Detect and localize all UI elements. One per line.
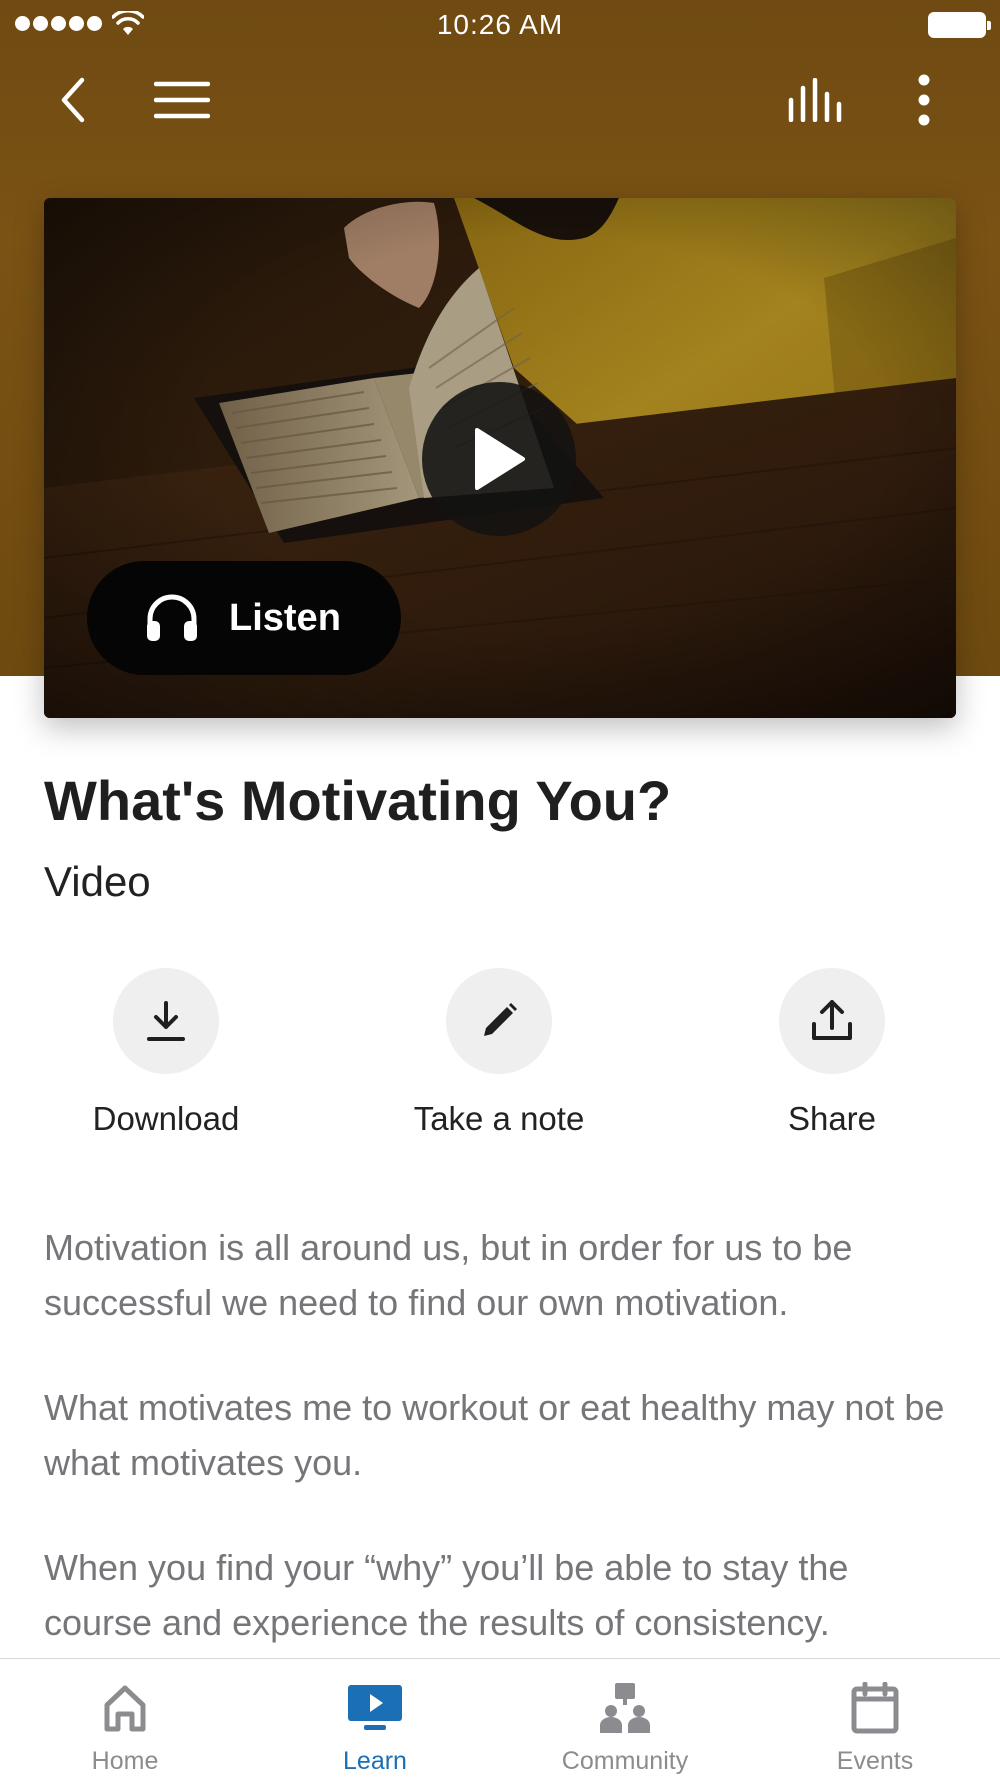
hero-media[interactable]: Listen (44, 198, 956, 718)
tv-play-icon (345, 1679, 405, 1737)
description-paragraph-1: Motivation is all around us, but in orde… (44, 1227, 853, 1323)
pencil-icon (484, 1003, 517, 1036)
description-paragraph-3: When you find your “why” you’ll be able … (44, 1547, 849, 1643)
tab-learn[interactable]: Learn (250, 1659, 500, 1778)
download-icon (147, 1001, 185, 1041)
description-paragraph-2: What motivates me to workout or eat heal… (44, 1387, 945, 1483)
take-note-circle[interactable] (446, 968, 552, 1074)
share-button[interactable]: Share (722, 968, 942, 1138)
tab-community[interactable]: Community (500, 1659, 750, 1778)
status-time: 10:26 AM (436, 9, 564, 40)
headphones-icon (147, 594, 197, 641)
hamburger-menu-icon[interactable] (152, 70, 212, 130)
tab-home[interactable]: Home (0, 1659, 250, 1778)
bottom-tab-bar: Home Learn Community Events (0, 1658, 1000, 1778)
share-label: Share (787, 1100, 877, 1137)
status-bar: 10:26 AM (0, 0, 1000, 50)
tab-home-label: Home (91, 1747, 159, 1775)
audio-bars-icon[interactable] (786, 70, 846, 130)
download-label: Download (92, 1100, 240, 1137)
share-upload-icon (812, 1000, 852, 1040)
tab-community-label: Community (561, 1747, 689, 1775)
battery-icon (928, 12, 991, 38)
content-type: Video (44, 858, 151, 905)
tab-events-label: Events (836, 1747, 914, 1775)
take-note-label: Take a note (413, 1100, 585, 1137)
more-vertical-icon[interactable] (894, 70, 954, 130)
listen-button[interactable]: Listen (87, 561, 401, 675)
download-circle[interactable] (113, 968, 219, 1074)
play-icon (475, 428, 525, 490)
share-circle[interactable] (779, 968, 885, 1074)
take-note-button[interactable]: Take a note (389, 968, 609, 1138)
play-button[interactable] (422, 382, 576, 536)
community-icon (595, 1679, 655, 1737)
download-button[interactable]: Download (56, 968, 276, 1138)
home-icon (95, 1679, 155, 1737)
calendar-icon (845, 1679, 905, 1737)
back-chevron-icon[interactable] (44, 70, 104, 130)
page-title: What's Motivating You? (44, 769, 672, 832)
listen-label: Listen (229, 596, 341, 639)
tab-events[interactable]: Events (750, 1659, 1000, 1778)
tab-learn-label: Learn (343, 1747, 407, 1775)
